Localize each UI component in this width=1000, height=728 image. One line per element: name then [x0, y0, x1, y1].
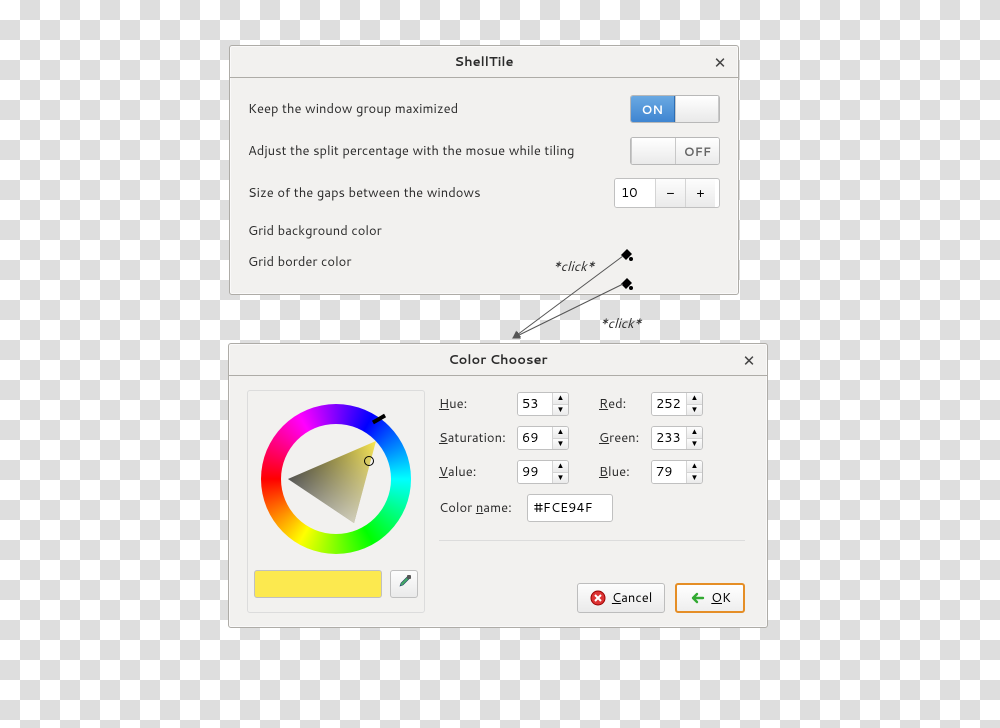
cancel-icon [590, 590, 606, 606]
color-chooser-title: Color Chooser [448, 351, 547, 369]
color-name-input[interactable] [527, 494, 613, 522]
blue-label: Blue: [599, 463, 651, 481]
gap-input[interactable] [615, 179, 655, 207]
shelltile-dialog: ShellTile ✕ Keep the window group maximi… [229, 45, 739, 295]
eyedropper-button[interactable] [390, 570, 418, 598]
color-name-label: Color name: [439, 499, 512, 517]
shelltile-title: ShellTile [454, 53, 513, 71]
blue-up-button[interactable]: ▲ [687, 461, 702, 473]
shelltile-titlebar: ShellTile ✕ [230, 46, 738, 78]
saturation-spinner: ▲▼ [517, 426, 569, 450]
row-gap-label: Size of the gaps between the windows [248, 184, 614, 202]
hue-down-button[interactable]: ▼ [553, 405, 568, 416]
separator [439, 540, 745, 541]
saturation-label: Saturation: [439, 429, 517, 447]
toggle-on-label: ON [631, 96, 675, 122]
blue-input[interactable] [652, 461, 686, 483]
click-annotation: *click* [600, 315, 641, 333]
paint-bucket-icon[interactable] [618, 247, 634, 268]
color-chooser-dialog: Color Chooser ✕ [228, 343, 768, 628]
toggle-split-percentage[interactable]: OFF [630, 137, 720, 165]
current-color-swatch [254, 570, 382, 598]
color-chooser-left-panel [247, 390, 425, 613]
value-down-button[interactable]: ▼ [553, 473, 568, 484]
saturation-down-button[interactable]: ▼ [553, 439, 568, 450]
row-keep-maximized-label: Keep the window group maximized [248, 100, 630, 118]
green-label: Green: [599, 429, 651, 447]
gap-increment-button[interactable]: + [685, 179, 715, 207]
row-bg-label: Grid background color [248, 222, 720, 240]
saturation-up-button[interactable]: ▲ [553, 427, 568, 439]
toggle-knob [675, 96, 720, 122]
red-down-button[interactable]: ▼ [687, 405, 702, 416]
color-chooser-titlebar: Color Chooser ✕ [229, 344, 767, 376]
row-bg-color: Grid background color [248, 214, 720, 248]
row-border-color: Grid border color [248, 248, 720, 276]
sv-handle[interactable] [364, 456, 374, 466]
value-label: Value: [439, 463, 517, 481]
red-up-button[interactable]: ▲ [687, 393, 702, 405]
cancel-label: ancel [621, 589, 652, 607]
toggle-keep-maximized[interactable]: ON [630, 95, 720, 123]
row-split-percentage: Adjust the split percentage with the mos… [248, 130, 720, 172]
blue-down-button[interactable]: ▼ [687, 473, 702, 484]
green-input[interactable] [652, 427, 686, 449]
eyedropper-icon [397, 575, 411, 594]
hue-label: Hue: [439, 395, 517, 413]
red-input[interactable] [652, 393, 686, 415]
green-spinner: ▲▼ [651, 426, 703, 450]
green-down-button[interactable]: ▼ [687, 439, 702, 450]
red-spinner: ▲▼ [651, 392, 703, 416]
cancel-button[interactable]: Cancel [577, 583, 665, 613]
toggle-knob [631, 138, 676, 164]
color-wheel[interactable] [254, 397, 419, 562]
row-split-label: Adjust the split percentage with the mos… [248, 142, 630, 160]
row-gap-size: Size of the gaps between the windows − + [248, 172, 720, 214]
gap-decrement-button[interactable]: − [655, 179, 685, 207]
ok-button[interactable]: OK [675, 583, 745, 613]
ok-label: K [722, 589, 731, 607]
color-chooser-right-panel: Hue: ▲▼ Saturation: ▲▼ [425, 390, 749, 613]
paint-bucket-icon[interactable] [618, 276, 634, 297]
gap-spinner: − + [614, 178, 720, 208]
value-spinner: ▲▼ [517, 460, 569, 484]
toggle-off-label: OFF [676, 138, 719, 164]
hue-input[interactable] [518, 393, 552, 415]
row-border-label: Grid border color [248, 253, 720, 271]
ok-icon [689, 590, 705, 606]
close-icon[interactable]: ✕ [710, 52, 730, 72]
green-up-button[interactable]: ▲ [687, 427, 702, 439]
red-label: Red: [599, 395, 651, 413]
row-keep-maximized: Keep the window group maximized ON [248, 88, 720, 130]
close-icon[interactable]: ✕ [739, 350, 759, 370]
value-up-button[interactable]: ▲ [553, 461, 568, 473]
click-annotation: *click* [553, 258, 594, 276]
hue-up-button[interactable]: ▲ [553, 393, 568, 405]
hue-spinner: ▲▼ [517, 392, 569, 416]
blue-spinner: ▲▼ [651, 460, 703, 484]
saturation-input[interactable] [518, 427, 552, 449]
value-input[interactable] [518, 461, 552, 483]
